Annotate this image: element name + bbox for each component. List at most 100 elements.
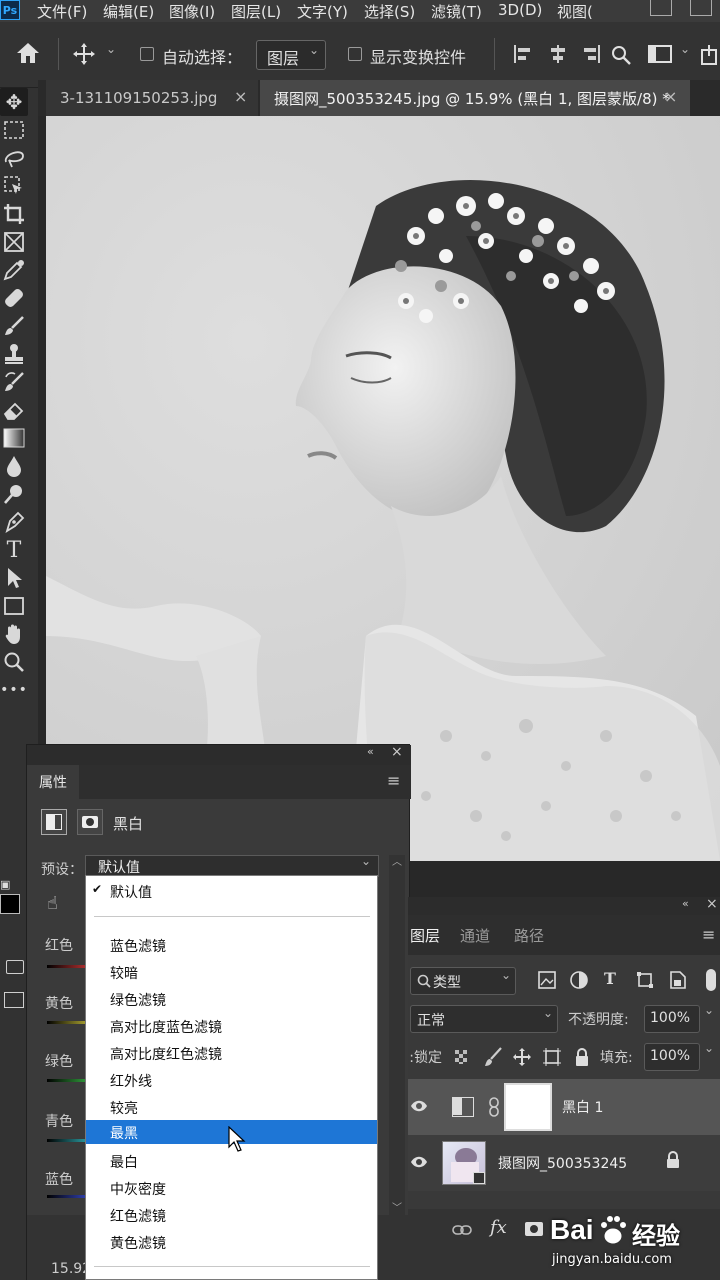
dodge-tool-icon[interactable] (0, 480, 28, 508)
tab-document-1[interactable]: 3-131109150253.jpg × (46, 80, 258, 116)
slider-track-blue[interactable] (47, 1195, 87, 1198)
menu-type[interactable]: 文字(Y) (297, 1, 348, 22)
menu-select[interactable]: 选择(S) (364, 1, 415, 22)
tab-paths[interactable]: 路径 (514, 925, 544, 946)
dropdown-item[interactable]: 高对比度红色滤镜 (110, 1044, 222, 1064)
lock-position-icon[interactable] (512, 1047, 532, 1067)
preset-dropdown[interactable]: 默认值 ⌄ (85, 854, 379, 877)
menu-image[interactable]: 图像(I) (169, 1, 215, 22)
adjustment-icon[interactable] (41, 809, 67, 835)
fx-icon[interactable]: fx (490, 1217, 507, 1238)
tab-layers[interactable]: 图层 (410, 925, 440, 946)
chevron-down-icon[interactable]: ⌄ (704, 1003, 714, 1017)
close-icon[interactable]: × (664, 87, 677, 106)
dropdown-item[interactable]: 蓝色滤镜 (110, 936, 166, 956)
dropdown-item[interactable]: 中灰密度 (110, 1179, 166, 1199)
clone-stamp-tool-icon[interactable] (0, 340, 28, 368)
auto-select-checkbox[interactable] (140, 47, 154, 61)
link-icon[interactable] (488, 1097, 500, 1117)
eyedropper-tool-icon[interactable] (0, 256, 28, 284)
eraser-tool-icon[interactable] (0, 396, 28, 424)
close-icon[interactable]: × (706, 896, 718, 912)
chevron-down-icon[interactable]: ⌄ (106, 42, 116, 56)
dropdown-item[interactable]: 较亮 (110, 1098, 138, 1118)
zoom-tool-icon[interactable] (0, 648, 28, 676)
close-icon[interactable]: × (234, 87, 247, 106)
add-mask-icon[interactable] (524, 1221, 544, 1237)
more-tools-icon[interactable]: ••• (0, 676, 28, 704)
lock-image-pixels-icon[interactable] (484, 1047, 502, 1067)
quick-mask-icon[interactable] (6, 960, 24, 974)
pen-tool-icon[interactable] (0, 508, 28, 536)
foreground-color-swatch[interactable] (0, 894, 20, 914)
layer-name[interactable]: 黑白 1 (562, 1097, 603, 1117)
slider-track-yellow[interactable] (47, 1021, 87, 1024)
layer-row-background-photo[interactable]: 摄图网_500353245 (408, 1135, 720, 1191)
dropdown-item[interactable]: 高对比度蓝色滤镜 (110, 1017, 222, 1037)
shape-layer-filter-icon[interactable] (636, 971, 654, 989)
workspace-icon[interactable] (648, 44, 672, 64)
menu-file[interactable]: 文件(F) (37, 1, 87, 22)
lock-artboard-icon[interactable] (542, 1047, 562, 1067)
rectangle-tool-icon[interactable] (0, 592, 28, 620)
opacity-input[interactable]: 100% (644, 1005, 700, 1033)
move-tool-icon[interactable] (72, 42, 96, 66)
lock-transparent-pixels-icon[interactable] (454, 1049, 470, 1065)
frame-tool-icon[interactable] (0, 228, 28, 256)
crop-tool-icon[interactable] (0, 200, 28, 228)
menu-3d[interactable]: 3D(D) (498, 1, 542, 19)
object-selection-tool-icon[interactable] (0, 172, 28, 200)
maximize-button[interactable] (690, 0, 712, 16)
align-center-icon[interactable] (548, 44, 568, 64)
auto-select-target-dropdown[interactable]: 图层 ⌄ (256, 40, 326, 70)
minimize-button[interactable] (650, 0, 672, 16)
move-tool-icon[interactable]: ✥ (0, 88, 28, 116)
panel-menu-icon[interactable]: ≡ (387, 771, 400, 790)
mask-icon[interactable] (77, 809, 103, 835)
share-icon[interactable] (700, 44, 718, 66)
type-tool-icon[interactable]: T (0, 536, 28, 564)
hand-tool-icon[interactable] (0, 620, 28, 648)
slider-track-red[interactable] (47, 965, 87, 968)
lock-all-icon[interactable] (574, 1047, 590, 1067)
panel-menu-icon[interactable]: ≡ (702, 925, 715, 944)
layer-filter-dropdown[interactable]: 类型 ⌄ (410, 967, 516, 995)
menu-filter[interactable]: 滤镜(T) (431, 1, 482, 22)
collapse-panel-icon[interactable]: « (367, 745, 374, 758)
dropdown-item[interactable]: 红色滤镜 (110, 1206, 166, 1226)
visibility-eye-icon[interactable] (410, 1155, 428, 1169)
path-selection-tool-icon[interactable] (0, 564, 28, 592)
dropdown-item[interactable]: 黄色滤镜 (110, 1233, 166, 1253)
scroll-up-icon[interactable]: ︿ (392, 853, 402, 868)
chevron-down-icon[interactable]: ⌄ (704, 1041, 714, 1055)
menu-layer[interactable]: 图层(L) (231, 1, 281, 22)
default-colors-icon[interactable]: ▣ (0, 878, 10, 891)
close-icon[interactable]: × (391, 744, 403, 760)
dropdown-item[interactable]: 较暗 (110, 963, 138, 983)
blend-mode-dropdown[interactable]: 正常 ⌄ (410, 1005, 558, 1033)
tab-properties[interactable]: 属性 (27, 765, 79, 799)
history-brush-tool-icon[interactable] (0, 368, 28, 396)
align-left-icon[interactable] (512, 44, 532, 64)
menu-edit[interactable]: 编辑(E) (103, 1, 154, 22)
dropdown-item[interactable]: 最白 (110, 1152, 138, 1172)
dropdown-item[interactable]: 红外线 (110, 1071, 152, 1091)
menu-view[interactable]: 视图( (557, 1, 593, 22)
gradient-tool-icon[interactable] (0, 424, 28, 452)
layer-row-black-white[interactable]: 黑白 1 (408, 1079, 720, 1135)
layer-name[interactable]: 摄图网_500353245 (498, 1153, 627, 1173)
show-transform-checkbox[interactable] (348, 47, 362, 61)
dropdown-item[interactable]: 绿色滤镜 (110, 990, 166, 1010)
adjustment-layer-filter-icon[interactable] (570, 971, 588, 989)
filter-toggle[interactable] (706, 969, 716, 991)
scroll-down-icon[interactable]: ﹀ (392, 1199, 402, 1214)
search-icon[interactable] (610, 44, 632, 66)
marquee-tool-icon[interactable] (0, 116, 28, 144)
healing-brush-tool-icon[interactable] (0, 284, 28, 312)
fill-input[interactable]: 100% (644, 1043, 700, 1071)
blur-tool-icon[interactable] (0, 452, 28, 480)
layer-thumbnail[interactable] (442, 1141, 486, 1185)
layer-mask-thumbnail[interactable] (504, 1083, 552, 1131)
collapse-panel-icon[interactable]: « (682, 897, 689, 910)
targeted-adjustment-hand-icon[interactable]: ☝ (47, 893, 58, 914)
